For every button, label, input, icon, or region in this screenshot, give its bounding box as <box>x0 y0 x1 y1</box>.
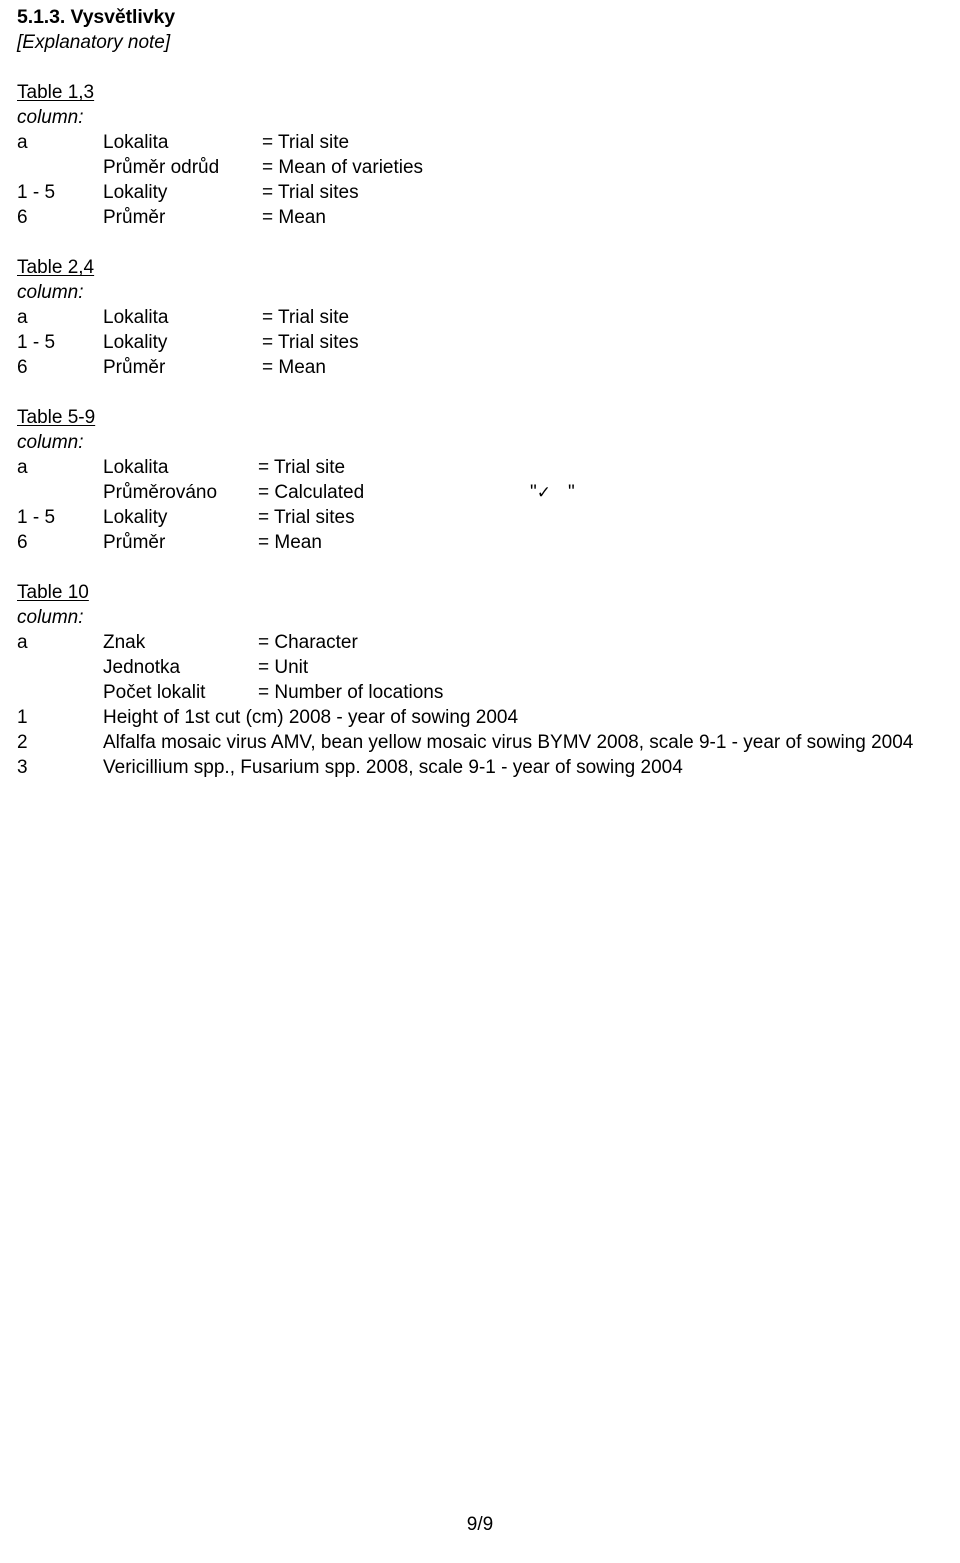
page-footer: 9/9 <box>0 1512 960 1537</box>
section-heading-row: Table 5-9 <box>17 405 957 430</box>
legend-term-english: = Trial site <box>262 132 350 153</box>
column-label: column: <box>17 282 84 303</box>
legend-term-czech: Průměr <box>103 207 166 228</box>
legend-row: 1 - 5 Lokality = Trial sites <box>17 330 957 355</box>
section-heading-row: Table 1,3 <box>17 80 957 105</box>
legend-row: a Lokalita = Trial site <box>17 305 957 330</box>
legend-row: Jednotka = Unit <box>17 655 957 680</box>
legend-term-czech: Lokalita <box>103 307 169 328</box>
legend-term-czech: Průměr <box>103 532 166 553</box>
legend-row: Průměr odrůd = Mean of varieties <box>17 155 957 180</box>
legend-term-czech: Lokalita <box>103 457 169 478</box>
legend-key: 1 - 5 <box>17 332 56 353</box>
legend-row: 1 - 5 Lokality = Trial sites <box>17 505 957 530</box>
document-body: 5.1.3. Vysvětlivky [Explanatory note] Ta… <box>17 5 957 780</box>
legend-term-czech: Lokalita <box>103 132 169 153</box>
legend-term-english: = Mean of varieties <box>262 157 424 178</box>
note-key: 2 <box>17 732 28 753</box>
column-label: column: <box>17 107 84 128</box>
note-text: Alfalfa mosaic virus AMV, bean yellow mo… <box>103 732 914 753</box>
page-number: 9/9 <box>466 1514 494 1535</box>
note-row: 3 Vericillium spp., Fusarium spp. 2008, … <box>17 755 957 780</box>
note-text: Vericillium spp., Fusarium spp. 2008, sc… <box>103 757 683 778</box>
section-table-10: Table 10 column: a Znak = Character Jedn… <box>17 580 957 780</box>
legend-term-czech: Průměrováno <box>103 482 218 503</box>
legend-term-english: = Mean <box>262 357 326 378</box>
legend-row: a Lokalita = Trial site <box>17 455 957 480</box>
legend-term-english: = Unit <box>258 657 309 678</box>
legend-row: 6 Průměr = Mean <box>17 530 957 555</box>
section-table-5-9: Table 5-9 column: a Lokalita = Trial sit… <box>17 405 957 555</box>
calculated-marker: "✓ " <box>530 480 575 506</box>
legend-key: a <box>17 307 28 328</box>
legend-term-english: = Trial sites <box>262 182 359 203</box>
section-heading-row: Table 10 <box>17 580 957 605</box>
legend-term-czech: Počet lokalit <box>103 682 206 703</box>
section-heading: Table 1,3 <box>17 82 95 103</box>
column-label: column: <box>17 607 84 628</box>
legend-term-czech: Lokality <box>103 332 168 353</box>
legend-row: 1 - 5 Lokality = Trial sites <box>17 180 957 205</box>
legend-row: 6 Průměr = Mean <box>17 205 957 230</box>
legend-term-english: = Trial site <box>262 307 350 328</box>
legend-term-czech: Průměr odrůd <box>103 157 220 178</box>
legend-term-czech: Znak <box>103 632 146 653</box>
section-table-1-3: Table 1,3 column: a Lokalita = Trial sit… <box>17 80 957 230</box>
legend-row: Počet lokalit = Number of locations <box>17 680 957 705</box>
page-subtitle: [Explanatory note] <box>17 32 171 53</box>
quote-close: " <box>568 482 575 503</box>
note-key: 1 <box>17 707 28 728</box>
legend-term-english: = Calculated <box>258 482 365 503</box>
legend-term-english: = Mean <box>262 207 326 228</box>
legend-term-english: = Mean <box>258 532 322 553</box>
legend-key: 6 <box>17 532 28 553</box>
legend-term-czech: Průměr <box>103 357 166 378</box>
note-row: 1 Height of 1st cut (cm) 2008 - year of … <box>17 705 957 730</box>
section-heading: Table 5-9 <box>17 407 96 428</box>
legend-term-english: = Trial sites <box>262 332 359 353</box>
legend-term-czech: Lokality <box>103 182 168 203</box>
legend-term-czech: Jednotka <box>103 657 181 678</box>
note-text: Height of 1st cut (cm) 2008 - year of so… <box>103 707 519 728</box>
legend-term-english: = Trial sites <box>258 507 355 528</box>
check-icon: ✓ <box>536 483 551 503</box>
legend-term-english: = Number of locations <box>258 682 444 703</box>
legend-row: a Lokalita = Trial site <box>17 130 957 155</box>
legend-key: 1 - 5 <box>17 182 56 203</box>
column-label: column: <box>17 432 84 453</box>
section-heading: Table 2,4 <box>17 257 95 278</box>
legend-row: a Znak = Character <box>17 630 957 655</box>
page-title: 5.1.3. Vysvětlivky <box>17 6 175 28</box>
legend-key: 1 - 5 <box>17 507 56 528</box>
legend-term-english: = Trial site <box>258 457 346 478</box>
note-key: 3 <box>17 757 28 778</box>
legend-key: a <box>17 132 28 153</box>
legend-key: 6 <box>17 357 28 378</box>
note-row: 2 Alfalfa mosaic virus AMV, bean yellow … <box>17 730 957 755</box>
legend-term-czech: Lokality <box>103 507 168 528</box>
legend-term-english: = Character <box>258 632 358 653</box>
quote-open: " <box>530 482 537 503</box>
section-heading-row: Table 2,4 <box>17 255 957 280</box>
section-table-2-4: Table 2,4 column: a Lokalita = Trial sit… <box>17 255 957 380</box>
document-page: 5.1.3. Vysvětlivky [Explanatory note] Ta… <box>0 0 960 1563</box>
section-heading: Table 10 <box>17 582 89 603</box>
legend-key: a <box>17 457 28 478</box>
legend-row: 6 Průměr = Mean <box>17 355 957 380</box>
legend-key: 6 <box>17 207 28 228</box>
legend-key: a <box>17 632 28 653</box>
legend-row: Průměrováno = Calculated "✓ " <box>17 480 957 505</box>
